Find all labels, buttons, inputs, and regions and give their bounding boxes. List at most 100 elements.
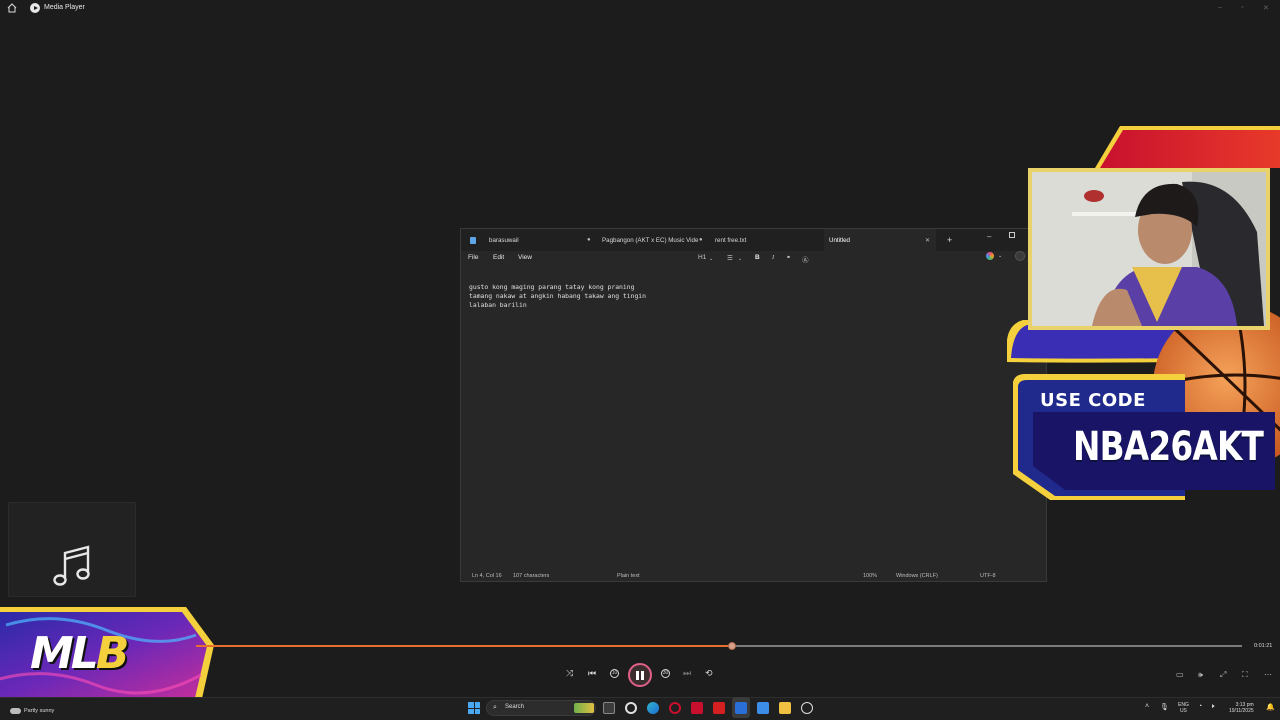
webcam-feed (1032, 172, 1266, 326)
seek-progress (196, 645, 732, 647)
pause-button[interactable] (628, 663, 652, 687)
cloud-icon (10, 708, 21, 714)
tab-rent-free[interactable]: rent free.txt (715, 229, 825, 251)
link-icon[interactable]: ⚭ (786, 254, 791, 261)
home-icon[interactable] (7, 3, 17, 13)
forward-button[interactable]: 30 (661, 669, 670, 678)
repeat-off-icon[interactable]: ⟲ (705, 668, 713, 679)
notification-bell-icon[interactable]: 🔔 (1266, 703, 1275, 711)
chevron-down-icon[interactable]: ⌄ (738, 256, 742, 262)
media-player-app-icon (30, 3, 40, 13)
language-indicator[interactable]: ENG US (1178, 702, 1189, 714)
mlb-logo-text: MLB (30, 628, 130, 679)
maximize-button[interactable]: ▫ (1241, 4, 1243, 11)
tab-modified-dot-icon[interactable]: ● (587, 237, 591, 243)
copilot-icon[interactable] (986, 252, 994, 260)
new-tab-plus-icon[interactable]: + (947, 235, 952, 245)
tab-label: Untitled (829, 237, 850, 244)
character-count: 107 characters (513, 573, 550, 579)
seek-bar[interactable] (196, 642, 1242, 650)
tab-barasuwail[interactable]: barasuwail ● (489, 229, 599, 251)
media-player-taskbar-icon[interactable] (801, 702, 813, 714)
encoding[interactable]: UTF-8 (980, 573, 996, 579)
task-view-icon[interactable] (603, 702, 615, 714)
seek-thumb[interactable] (727, 642, 736, 650)
cursor-position: Ln 4, Col 16 (472, 573, 502, 579)
text-format[interactable]: Plain text (617, 573, 640, 579)
previous-icon[interactable]: ⏮ (588, 668, 596, 679)
tab-label: barasuwail (489, 237, 519, 244)
streamer-image (1032, 172, 1266, 326)
line-ending[interactable]: Windows (CRLF) (896, 573, 938, 579)
chrome-icon[interactable] (625, 702, 637, 714)
miniplayer-icon[interactable]: ▭ (1176, 670, 1184, 679)
weather-text[interactable]: Partly sunny (24, 708, 54, 714)
microphone-icon[interactable]: 🎙 (1160, 703, 1169, 711)
rewind-button[interactable]: 10 (610, 669, 619, 678)
start-button[interactable] (468, 702, 480, 714)
text-line: gusto kong maging parang tatay kong pran… (469, 283, 635, 291)
notepad-taskbar-icon[interactable] (757, 702, 769, 714)
notepad-icon (470, 237, 476, 244)
menu-edit[interactable]: Edit (493, 254, 504, 261)
notepad-tab-bar: barasuwail ● Pagbangon (AKT x EC) Music … (461, 229, 1046, 251)
menu-view[interactable]: View (518, 254, 532, 261)
edge-icon[interactable] (647, 702, 659, 714)
promo-code: NBA26AKT (1073, 424, 1264, 470)
search-label: Search (505, 704, 525, 710)
notepad-text-area[interactable]: gusto kong maging parang tatay kong pran… (469, 283, 646, 309)
adobe-icon[interactable] (691, 702, 703, 714)
more-options-icon[interactable]: ⋯ (1264, 670, 1272, 679)
use-code-label: USE CODE (1040, 390, 1146, 411)
music-note-icon (53, 545, 90, 586)
tab-label: rent free.txt (715, 237, 747, 244)
clock[interactable]: 3:13 pm 19/11/2025 (1229, 702, 1254, 714)
tab-modified-dot-icon[interactable]: ● (699, 237, 703, 243)
close-button[interactable]: ✕ (1263, 4, 1269, 12)
next-icon[interactable]: ⏭ (683, 668, 691, 679)
bold-button[interactable]: B (755, 254, 760, 261)
clear-formatting-icon[interactable]: Ⓐ (802, 254, 809, 264)
notepad-status-bar: Ln 4, Col 16 107 characters Plain text 1… (461, 569, 1046, 583)
current-time: 0:01:21 (1254, 643, 1273, 649)
notepad-window: barasuwail ● Pagbangon (AKT x EC) Music … (460, 228, 1047, 582)
album-art-tile[interactable] (8, 502, 136, 597)
taskbar (0, 697, 1280, 720)
search-icon: ⌕ (493, 704, 497, 711)
mlb-text-accent: B (95, 628, 130, 679)
opera-icon[interactable] (669, 702, 681, 714)
search-highlight-icon[interactable] (574, 703, 594, 713)
notepad-minimize-button[interactable]: – (987, 232, 991, 241)
show-hidden-icons-icon[interactable]: ˄ (1145, 703, 1149, 710)
heading-dropdown[interactable]: H1 (698, 254, 706, 261)
volume-icon[interactable]: 🕪 (1198, 670, 1203, 680)
zoom-level[interactable]: 100% (863, 573, 877, 579)
text-line: lalaban barilin (469, 300, 527, 309)
notepad-menubar: File Edit View H1 ⌄ ☰ ⌄ B I ⚭ Ⓐ (461, 251, 1046, 265)
speaker-icon[interactable]: 🕨 (1210, 703, 1214, 711)
tab-label: Pagbangon (AKT x EC) Music Vide (602, 237, 699, 244)
clock-date: 19/11/2025 (1229, 708, 1254, 714)
list-icon[interactable]: ☰ (727, 254, 733, 262)
fullscreen-icon[interactable]: ⛶ (1242, 670, 1248, 680)
window-title: Media Player (44, 4, 85, 11)
menu-file[interactable]: File (468, 254, 478, 261)
copilot-taskbar-icon[interactable] (735, 702, 747, 714)
italic-button[interactable]: I (772, 254, 774, 261)
chevron-down-icon[interactable]: ⌄ (709, 256, 713, 262)
mlb-text-main: ML (30, 628, 99, 679)
media-player-titlebar: Media Player – ▫ ✕ (0, 0, 1280, 16)
cast-icon[interactable]: ⤢ (1220, 670, 1226, 680)
tab-untitled[interactable]: Untitled ✕ (824, 229, 936, 251)
chevron-down-icon[interactable]: ⌄ (998, 253, 1002, 259)
wifi-icon[interactable]: ◔ (1198, 703, 1202, 710)
tab-pagbangon[interactable]: Pagbangon (AKT x EC) Music Vide ● (602, 229, 712, 251)
red-app-icon[interactable] (713, 702, 725, 714)
region-code: US (1179, 708, 1187, 714)
webcam-frame (1028, 168, 1270, 330)
minimize-button[interactable]: – (1218, 4, 1222, 11)
close-tab-icon[interactable]: ✕ (925, 237, 930, 244)
shuffle-icon[interactable]: ⤨ (566, 668, 573, 679)
file-explorer-icon[interactable] (779, 702, 791, 714)
text-line: tamang nakaw at angkin habang takaw ang … (469, 291, 646, 300)
